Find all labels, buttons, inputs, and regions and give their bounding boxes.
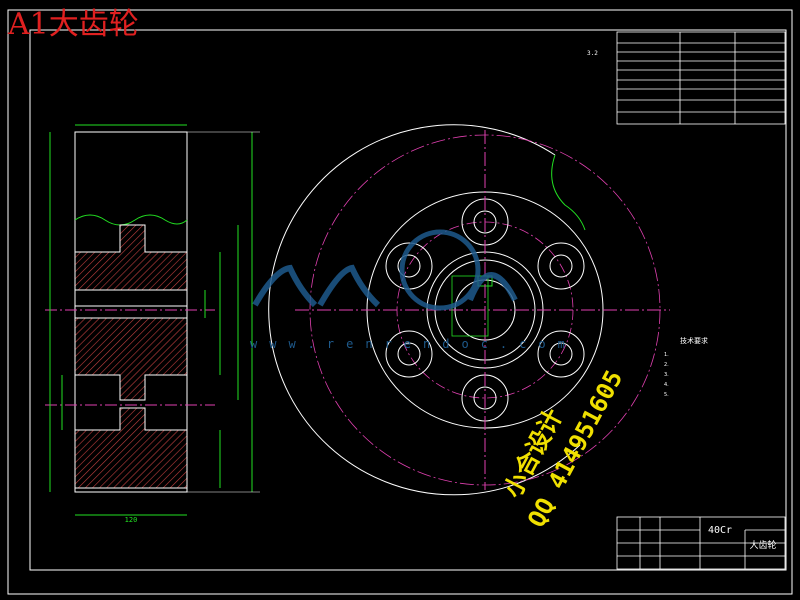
tech-requirements-title: 技术要求: [680, 336, 708, 345]
section-hatch-middle: [74, 317, 188, 401]
cad-drawing: 120 40Cr 大齿轮 技术要求 1. 2. 3. 4. 5. 3.2 www…: [7, 9, 793, 595]
part-name-label: 大齿轮: [749, 539, 776, 551]
tech-requirements-list: 1. 2. 3. 4. 5.: [664, 352, 669, 398]
parameter-table: [616, 31, 786, 125]
watermark-url: www.renrendoc.com: [250, 337, 577, 351]
dim-width-bottom: 120: [125, 516, 138, 524]
section-hatch-upper: [74, 224, 188, 291]
svg-text:4.: 4.: [664, 382, 669, 388]
svg-text:5.: 5.: [664, 392, 669, 398]
section-hatch-lower: [74, 407, 188, 489]
page-title: A1大齿轮: [8, 7, 139, 42]
section-view: 120: [45, 124, 260, 524]
roughness-symbol: 3.2: [587, 50, 598, 57]
outer-frame: [7, 9, 793, 595]
material-label: 40Cr: [708, 525, 732, 536]
svg-text:3.: 3.: [664, 372, 669, 378]
front-view: [268, 124, 670, 496]
svg-text:2.: 2.: [664, 362, 669, 368]
svg-text:1.: 1.: [664, 352, 669, 358]
